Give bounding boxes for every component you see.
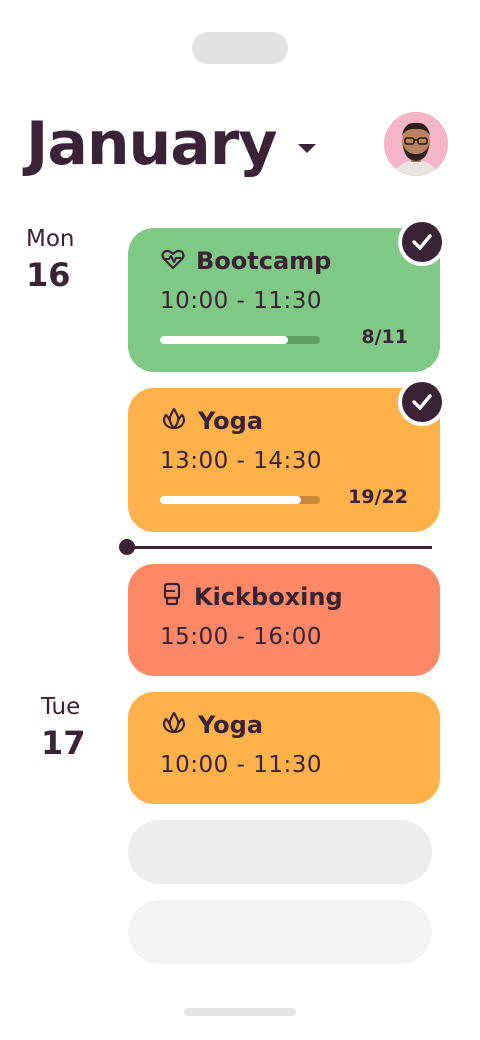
event-time: 13:00 - 14:30 [160, 448, 322, 474]
month-title: January [26, 109, 277, 179]
check-icon [398, 378, 446, 426]
event-card-yoga[interactable]: Yoga 13:00 - 14:30 19/22 [128, 388, 440, 532]
status-notch [192, 32, 288, 64]
home-indicator [184, 1008, 296, 1016]
day-label-tue: Tue 17 [26, 694, 116, 762]
heart-pulse-icon [160, 246, 186, 276]
chevron-down-icon [298, 143, 317, 153]
attendance-progress [160, 336, 320, 344]
day-label-mon: Mon 16 [26, 226, 116, 294]
loading-placeholder [128, 820, 432, 884]
event-card-kickboxing[interactable]: Kickboxing 15:00 - 16:00 [128, 564, 440, 676]
event-card-bootcamp[interactable]: Bootcamp 10:00 - 11:30 8/11 [128, 228, 440, 372]
event-title: Kickboxing [194, 583, 343, 611]
event-time: 15:00 - 16:00 [160, 624, 322, 650]
event-time: 10:00 - 11:30 [160, 752, 322, 778]
avatar[interactable] [384, 112, 448, 176]
day-number: 16 [26, 256, 71, 294]
loading-placeholder [128, 900, 432, 964]
event-title: Yoga [198, 711, 264, 739]
attendance-progress-fill [160, 496, 301, 504]
attendance-count: 19/22 [348, 486, 408, 508]
event-title: Bootcamp [196, 247, 332, 275]
day-number: 17 [41, 724, 86, 762]
event-time: 10:00 - 11:30 [160, 288, 322, 314]
current-time-dot [119, 539, 135, 555]
check-icon [398, 218, 446, 266]
current-time-line [128, 546, 432, 549]
month-selector[interactable]: January [26, 104, 317, 184]
attendance-progress-fill [160, 336, 288, 344]
day-of-week: Tue [41, 694, 81, 720]
day-of-week: Mon [26, 226, 75, 252]
attendance-count: 8/11 [361, 326, 408, 348]
attendance-progress [160, 496, 320, 504]
boxing-glove-icon [160, 582, 184, 612]
event-card-yoga[interactable]: Yoga 10:00 - 11:30 [128, 692, 440, 804]
lotus-icon [160, 406, 188, 436]
lotus-icon [160, 710, 188, 740]
event-title: Yoga [198, 407, 264, 435]
